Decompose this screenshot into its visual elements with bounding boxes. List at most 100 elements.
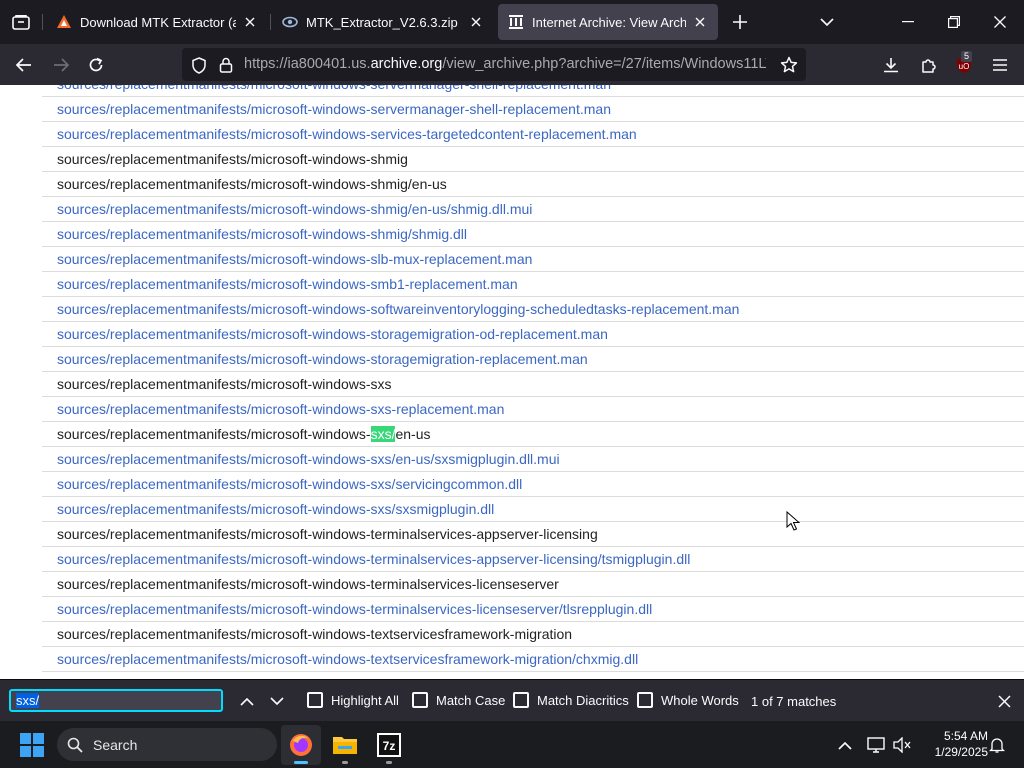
url-domain: archive.org	[370, 56, 443, 72]
address-bar[interactable]: https://ia800401.us.archive.org/view_arc…	[182, 48, 806, 81]
find-previous-button[interactable]	[236, 690, 258, 712]
file-list-row: sources/replacementmanifests/microsoft-w…	[42, 322, 1024, 347]
file-link[interactable]: sources/replacementmanifests/microsoft-w…	[57, 126, 637, 142]
whole-words-label: Whole Words	[661, 692, 739, 708]
match-diacritics-checkbox[interactable]: Match Diacritics	[513, 692, 629, 708]
restore-button[interactable]	[932, 6, 976, 38]
list-all-tabs-button[interactable]	[815, 10, 839, 34]
checkbox-box	[637, 692, 653, 708]
file-link[interactable]: sources/replacementmanifests/microsoft-w…	[57, 551, 690, 567]
file-list-row: sources/replacementmanifests/microsoft-w…	[42, 672, 1024, 679]
tab-mtk-download[interactable]: Download MTK Extractor (all ve	[46, 4, 268, 40]
downloads-button[interactable]	[877, 51, 905, 79]
file-list-row: sources/replacementmanifests/microsoft-w…	[42, 572, 1024, 597]
match-case-checkbox[interactable]: Match Case	[412, 692, 505, 708]
close-find-bar-button[interactable]	[993, 690, 1015, 712]
file-list-row: sources/replacementmanifests/microsoft-w…	[42, 597, 1024, 622]
folder-icon	[333, 737, 357, 754]
file-link[interactable]: sources/replacementmanifests/microsoft-w…	[57, 601, 652, 617]
file-link[interactable]: sources/replacementmanifests/microsoft-w…	[57, 201, 532, 217]
find-next-button[interactable]	[266, 690, 288, 712]
plus-icon	[733, 15, 747, 29]
file-list-row: sources/replacementmanifests/microsoft-w…	[42, 272, 1024, 297]
file-link[interactable]: sources/replacementmanifests/microsoft-w…	[57, 351, 588, 367]
forward-button[interactable]	[47, 51, 75, 79]
minimize-button[interactable]	[886, 6, 930, 38]
app-menu-button[interactable]	[986, 51, 1014, 79]
firefox-view-icon	[12, 15, 30, 30]
volume-button[interactable]	[891, 734, 913, 756]
archive-file-list-page: sources/replacementmanifests/microsoft-w…	[0, 85, 1024, 679]
file-link[interactable]: sources/replacementmanifests/microsoft-w…	[57, 226, 467, 242]
find-match-count: 1 of 7 matches	[751, 694, 837, 709]
checkbox-box	[307, 692, 323, 708]
taskbar-firefox[interactable]	[281, 725, 321, 765]
new-tab-button[interactable]	[728, 10, 752, 34]
find-input-value: sxs/	[16, 693, 40, 708]
file-link[interactable]: sources/replacementmanifests/microsoft-w…	[57, 251, 532, 267]
file-link[interactable]: sources/replacementmanifests/microsoft-w…	[57, 85, 611, 92]
file-list-row: sources/replacementmanifests/microsoft-w…	[42, 547, 1024, 572]
file-link[interactable]: sources/replacementmanifests/microsoft-w…	[57, 451, 560, 467]
tab-mtk-zip[interactable]: MTK_Extractor_V2.6.3.zip - Andr	[272, 4, 494, 40]
highlight-all-checkbox[interactable]: Highlight All	[307, 692, 399, 708]
taskbar-file-explorer[interactable]	[325, 725, 365, 765]
active-app-indicator	[294, 761, 308, 764]
network-monitor-icon	[867, 737, 885, 753]
firefox-view-button[interactable]	[8, 9, 34, 35]
file-list-row: sources/replacementmanifests/microsoft-w…	[42, 397, 1024, 422]
taskbar-7zip[interactable]: 7z	[369, 725, 409, 765]
file-link[interactable]: sources/replacementmanifests/microsoft-w…	[57, 501, 494, 517]
tab-close-icon[interactable]	[692, 14, 708, 30]
file-list-row: sources/replacementmanifests/microsoft-w…	[42, 447, 1024, 472]
extensions-button[interactable]	[914, 51, 942, 79]
checkbox-box	[412, 692, 428, 708]
bookmark-star-icon[interactable]	[780, 56, 798, 74]
file-link[interactable]: sources/replacementmanifests/microsoft-w…	[57, 401, 504, 417]
file-link[interactable]: sources/replacementmanifests/microsoft-w…	[57, 326, 608, 342]
tab-close-icon[interactable]	[468, 14, 484, 30]
reload-button[interactable]	[82, 51, 110, 79]
taskbar-clock[interactable]: 5:54 AM 1/29/2025	[918, 728, 988, 760]
windows-taskbar: Search 7z 5:54 AM 1/29/2025	[0, 721, 1024, 768]
file-list-row: sources/replacementmanifests/microsoft-w…	[42, 647, 1024, 672]
file-link[interactable]: sources/replacementmanifests/microsoft-w…	[57, 476, 522, 492]
file-list-row: sources/replacementmanifests/microsoft-w…	[42, 197, 1024, 222]
checkbox-box	[513, 692, 529, 708]
folder-path: sources/replacementmanifests/microsoft-w…	[57, 426, 371, 442]
file-link[interactable]: sources/replacementmanifests/microsoft-w…	[57, 101, 611, 117]
chevron-up-icon	[240, 697, 254, 706]
file-list-row: sources/replacementmanifests/microsoft-w…	[42, 247, 1024, 272]
notifications-button[interactable]	[986, 734, 1008, 756]
file-link[interactable]: sources/replacementmanifests/microsoft-w…	[57, 276, 518, 292]
file-list-row: sources/replacementmanifests/microsoft-w…	[42, 172, 1024, 197]
file-list-row: sources/replacementmanifests/microsoft-w…	[42, 372, 1024, 397]
windows-start-icon[interactable]	[20, 733, 44, 757]
back-button[interactable]	[10, 51, 38, 79]
tab-strip: Download MTK Extractor (all ve MTK_Extra…	[0, 0, 1024, 44]
file-link[interactable]: sources/replacementmanifests/microsoft-w…	[57, 651, 638, 667]
search-icon	[67, 737, 83, 753]
site-favicon-icon	[282, 14, 298, 30]
whole-words-checkbox[interactable]: Whole Words	[637, 692, 739, 708]
url-text[interactable]: https://ia800401.us.archive.org/view_arc…	[244, 56, 766, 72]
file-link[interactable]: sources/replacementmanifests/microsoft-w…	[57, 301, 739, 317]
tracking-protection-shield-icon[interactable]	[190, 56, 208, 74]
folder-path: sources/replacementmanifests/microsoft-w…	[57, 376, 392, 392]
folder-path: sources/replacementmanifests/microsoft-w…	[57, 576, 559, 592]
site-favicon-icon	[56, 14, 72, 30]
taskbar-search[interactable]: Search	[57, 728, 277, 761]
chevron-up-icon	[838, 741, 852, 750]
find-input[interactable]: sxs/	[9, 689, 223, 712]
tab-close-icon[interactable]	[242, 14, 258, 30]
folder-path-suffix: en-us	[395, 426, 431, 442]
reload-icon	[89, 57, 103, 72]
show-hidden-icons-button[interactable]	[834, 734, 856, 756]
file-list-row: sources/replacementmanifests/microsoft-w…	[42, 622, 1024, 647]
lock-icon[interactable]	[217, 56, 235, 74]
close-window-button[interactable]	[978, 6, 1022, 38]
tab-internet-archive[interactable]: Internet Archive: View Archive	[498, 4, 718, 40]
running-app-indicator	[386, 761, 392, 764]
hamburger-menu-icon	[993, 59, 1007, 71]
network-status-button[interactable]	[865, 734, 887, 756]
